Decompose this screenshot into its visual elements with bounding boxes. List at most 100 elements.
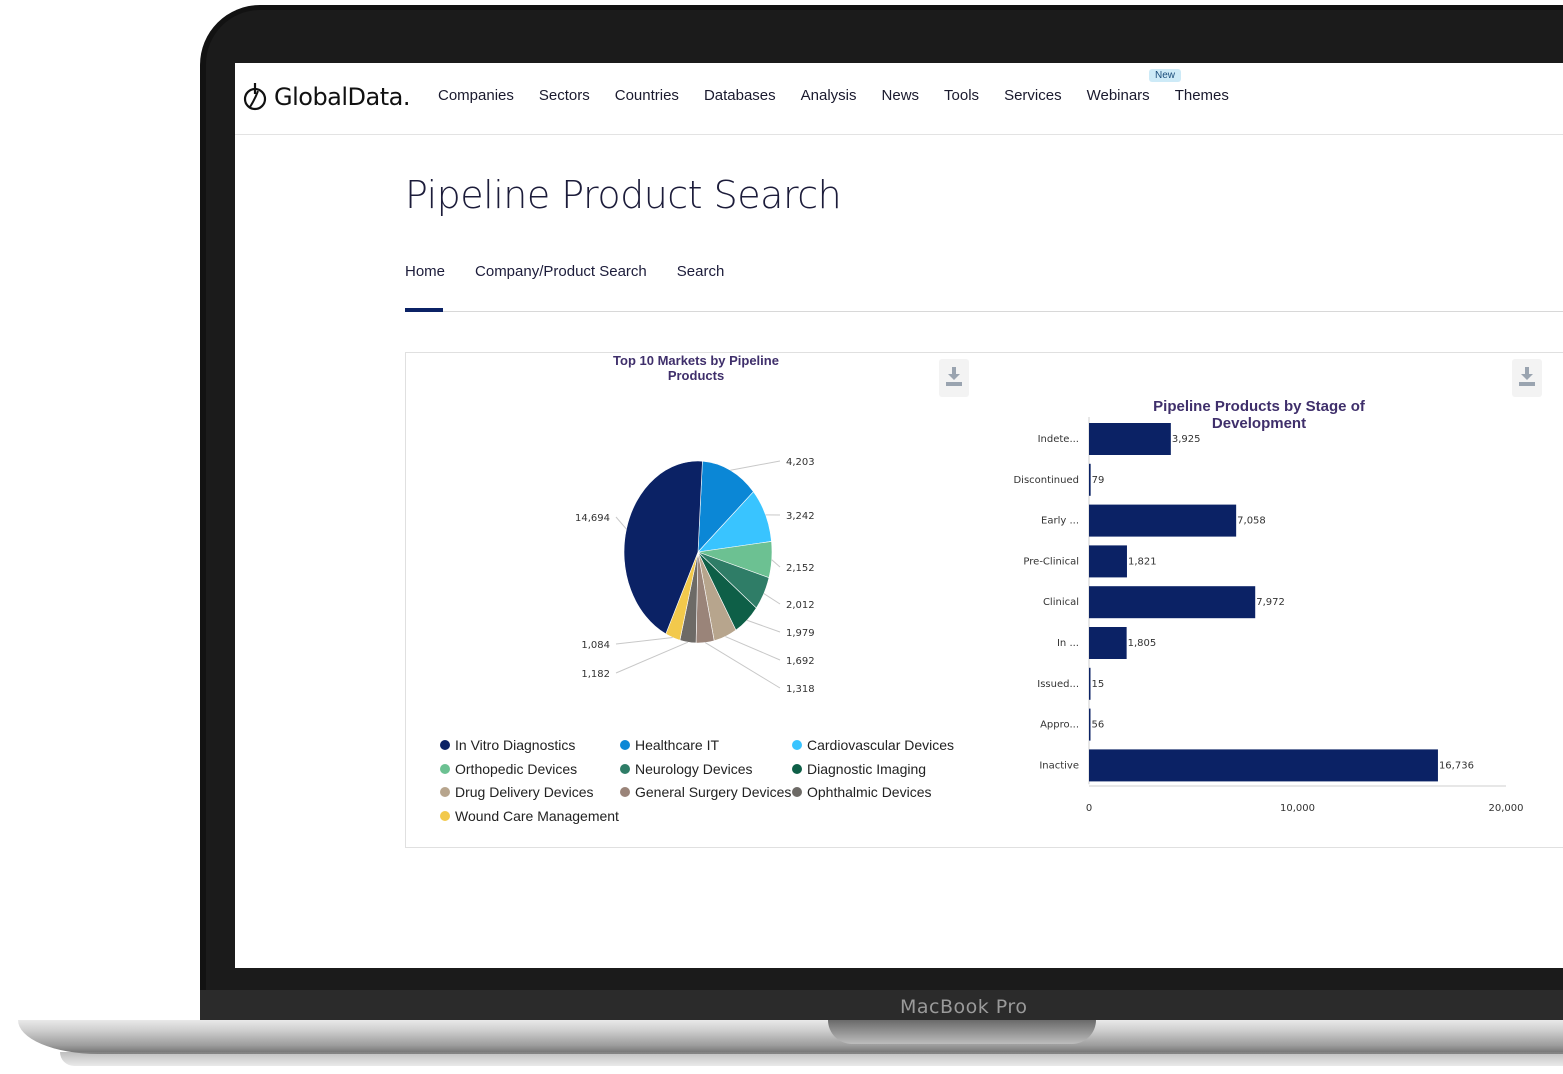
bar-category-label: Issued...: [1037, 679, 1079, 690]
legend-label: Cardiovascular Devices: [807, 737, 955, 753]
legend-label: Drug Delivery Devices: [455, 784, 594, 800]
bar: [1089, 667, 1091, 700]
legend-label: Orthopedic Devices: [455, 760, 578, 777]
bar-x-tick-label: 0: [1086, 803, 1092, 814]
bar-x-tick-label: 10,000: [1280, 803, 1315, 814]
bar: [1089, 545, 1127, 578]
legend-swatch: [440, 810, 450, 821]
legend-swatch: [440, 763, 450, 774]
charts-canvas: 4,203 3,242 2,152 2,012 1,979 1,692 1,318 1,182…: [575, 417, 1524, 814]
legend-swatch: [440, 740, 450, 750]
bar-value-label: 1,805: [1128, 638, 1157, 649]
charts-panel: Top 10 Markets by Pipeline Products Pipe…: [405, 352, 1563, 848]
tab-home[interactable]: Home: [405, 263, 445, 280]
bar-value-label: 1,821: [1128, 556, 1157, 567]
tab-search[interactable]: Search: [677, 263, 725, 280]
site-logo[interactable]: GlobalData.: [242, 79, 411, 115]
laptop-base: [18, 1020, 1563, 1054]
legend-label: Wound Care Management: [455, 807, 619, 824]
bar-category-label: Clinical: [1043, 597, 1079, 608]
legend-label: In Vitro Diagnostics: [455, 737, 576, 753]
site-header: GlobalData. Companies Sectors Countries …: [235, 63, 1563, 135]
nav-webinars[interactable]: Webinars: [1087, 87, 1150, 104]
active-tab-indicator: [405, 308, 443, 312]
browser-screen: GlobalData. Companies Sectors Countries …: [235, 63, 1563, 968]
pie-connector: [615, 637, 673, 645]
bar: [1089, 586, 1256, 619]
pie-connector: [704, 642, 781, 689]
pie-data-label: 1,084: [581, 640, 610, 651]
legend-item[interactable]: Drug Delivery Devices: [440, 784, 593, 800]
main-nav: Companies Sectors Countries Databases An…: [438, 87, 1254, 104]
legend-item[interactable]: Ophthalmic Devices: [792, 784, 932, 800]
bar-value-label: 56: [1092, 720, 1105, 731]
nav-companies[interactable]: Companies: [438, 87, 514, 104]
bar: [1089, 504, 1237, 537]
tab-company-product-search[interactable]: Company/Product Search: [475, 263, 647, 280]
nav-services[interactable]: Services: [1004, 87, 1062, 104]
legend-item[interactable]: Cardiovascular Devices: [792, 737, 954, 753]
nav-countries[interactable]: Countries: [615, 87, 679, 104]
bar-value-label: 3,925: [1172, 434, 1201, 445]
globe-power-icon: [243, 83, 267, 111]
bar-value-label: 79: [1092, 475, 1105, 486]
bar-category-label: Discontinued: [1013, 475, 1079, 486]
legend-item[interactable]: Diagnostic Imaging: [792, 761, 926, 777]
nav-analysis[interactable]: Analysis: [801, 87, 857, 104]
legend-item[interactable]: General Surgery Devices: [620, 784, 791, 800]
legend-item[interactable]: Healthcare IT: [620, 737, 719, 753]
legend-swatch: [792, 787, 802, 797]
bar-value-label: 7,972: [1256, 597, 1285, 608]
pie-data-label: 2,152: [786, 563, 815, 574]
page-title: Pipeline Product Search: [405, 173, 842, 217]
legend-label: Ophthalmic Devices: [807, 784, 932, 800]
tab-divider: [405, 311, 1563, 312]
legend-label: Healthcare IT: [635, 737, 720, 753]
pie-data-label: 14,694: [575, 513, 610, 524]
legend-item[interactable]: Wound Care Management: [440, 808, 619, 824]
pie-data-label: 1,692: [786, 656, 815, 667]
bar: [1089, 463, 1091, 496]
bar-value-label: 16,736: [1439, 760, 1474, 771]
legend-label: Diagnostic Imaging: [807, 760, 927, 777]
pie-connector: [615, 516, 627, 530]
pie-connector: [763, 593, 781, 605]
legend-item[interactable]: Neurology Devices: [620, 761, 753, 777]
legend-swatch: [620, 763, 630, 774]
bar-category-label: Inactive: [1039, 760, 1079, 771]
nav-tools[interactable]: Tools: [944, 87, 979, 104]
bar-category-label: Early ...: [1041, 516, 1079, 527]
laptop-base-lip: [60, 1052, 1563, 1066]
pie-data-label: 4,203: [786, 457, 815, 468]
nav-databases[interactable]: Databases: [704, 87, 776, 104]
new-badge: New: [1149, 69, 1182, 82]
legend-swatch: [620, 787, 630, 797]
nav-sectors[interactable]: Sectors: [539, 87, 590, 104]
bar-value-label: 15: [1092, 679, 1105, 690]
bar-category-label: Appro...: [1040, 720, 1079, 731]
legend-swatch: [440, 787, 450, 797]
bar: [1089, 708, 1091, 741]
nav-themes[interactable]: Themes: [1175, 87, 1229, 104]
pie-data-label: 2,012: [786, 600, 815, 611]
bar-value-label: 7,058: [1237, 516, 1266, 527]
laptop-notch: [828, 1020, 1096, 1044]
pie-connector: [730, 460, 781, 471]
device-label: MacBook Pro: [900, 996, 1028, 1018]
tab-bar: Home Company/Product Search Search: [405, 263, 754, 280]
bar-category-label: Indete...: [1038, 434, 1079, 445]
pie-connector: [771, 559, 781, 568]
legend-label: General Surgery Devices: [635, 784, 792, 800]
bar-category-label: In ...: [1057, 638, 1079, 649]
legend-swatch: [792, 763, 802, 774]
legend-item[interactable]: In Vitro Diagnostics: [440, 737, 575, 753]
pie-data-label: 1,979: [786, 628, 815, 639]
bar: [1089, 423, 1171, 455]
nav-news[interactable]: News: [882, 87, 920, 104]
legend-label: Neurology Devices: [635, 760, 753, 777]
legend-item[interactable]: Orthopedic Devices: [440, 761, 577, 777]
bar-category-label: Pre-Clinical: [1023, 556, 1079, 567]
pie-connector: [725, 636, 781, 661]
pie-data-label: 3,242: [786, 511, 815, 522]
logo-text: GlobalData.: [274, 83, 411, 111]
